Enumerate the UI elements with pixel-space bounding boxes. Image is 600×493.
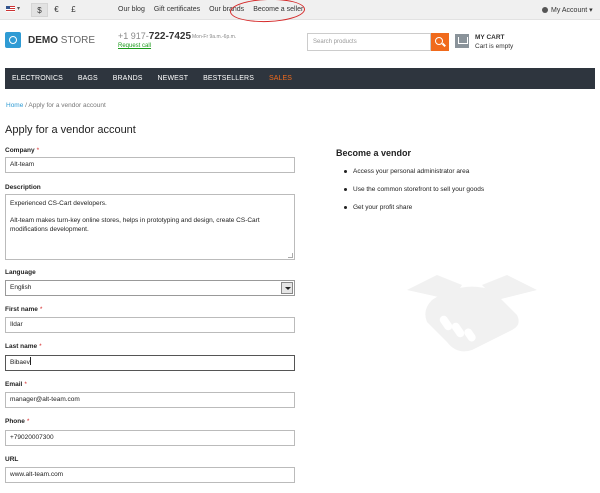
first-name-label: First name *	[5, 306, 42, 313]
description-field[interactable]: Experienced CS-Cart developers. Alt-team…	[5, 194, 295, 260]
description-line-2: Alt-team makes turn-key online stores, h…	[10, 217, 260, 233]
phone-field[interactable]: +79020007300	[5, 430, 295, 446]
text-caret	[29, 357, 31, 365]
request-call-link[interactable]: Request call	[118, 43, 151, 49]
required-mark: *	[26, 418, 30, 425]
list-item: Access your personal administrator area	[344, 168, 484, 186]
currency-usd[interactable]: $	[31, 3, 48, 17]
logo-demo: DEMO	[28, 35, 58, 46]
currency-eur[interactable]: €	[48, 3, 65, 17]
link-gift-certificates[interactable]: Gift certificates	[154, 6, 200, 13]
user-icon	[542, 7, 548, 13]
company-label-text: Company	[5, 147, 35, 154]
us-flag-icon[interactable]	[6, 6, 15, 12]
my-account-menu[interactable]: My Account ▾	[542, 6, 593, 14]
main-nav: ELECTRONICS BAGS BRANDS NEWEST BESTSELLE…	[5, 68, 595, 89]
description-label: Description	[5, 184, 41, 191]
page-title: Apply for a vendor account	[5, 124, 136, 136]
phone-number: +1 917-722-7425	[118, 31, 191, 42]
logo-text[interactable]: DEMO STORE	[28, 35, 95, 46]
url-field[interactable]: www.alt-team.com	[5, 467, 295, 483]
email-field[interactable]: manager@alt-team.com	[5, 392, 295, 408]
last-name-label-text: Last name	[5, 343, 38, 350]
nav-brands[interactable]: BRANDS	[113, 68, 143, 89]
list-item: Get your profit share	[344, 204, 484, 222]
resize-handle[interactable]	[288, 253, 293, 258]
language-select[interactable]: English	[5, 280, 295, 296]
vendor-benefits-list: Access your personal administrator area …	[344, 168, 484, 222]
breadcrumb-separator: /	[25, 102, 27, 109]
link-our-blog[interactable]: Our blog	[118, 6, 145, 13]
search-button[interactable]	[431, 33, 449, 51]
breadcrumb-current: Apply for a vendor account	[28, 102, 106, 109]
phone-prefix: +1 917-	[118, 31, 149, 41]
language-label: Language	[5, 269, 36, 276]
email-label: Email *	[5, 381, 27, 388]
description-line-1: Experienced CS-Cart developers.	[10, 200, 107, 207]
logo-icon[interactable]	[5, 32, 21, 48]
handshake-icon	[407, 275, 537, 352]
cart-icon[interactable]	[455, 34, 469, 48]
breadcrumb: Home / Apply for a vendor account	[6, 102, 106, 109]
my-account-label: My Account	[551, 7, 588, 14]
list-item: Use the common storefront to sell your g…	[344, 186, 484, 204]
chevron-down-icon[interactable]	[281, 282, 293, 294]
last-name-field[interactable]: Bibaev	[5, 355, 295, 371]
phone-label: Phone *	[5, 418, 29, 425]
phone-label-text: Phone	[5, 418, 25, 425]
top-bar: ▾ $ € £ Our blog Gift certificates Our b…	[0, 0, 600, 24]
required-mark: *	[24, 381, 27, 388]
logo-store: STORE	[60, 35, 96, 46]
highlight-ellipse	[229, 0, 306, 24]
first-name-label-text: First name	[5, 306, 38, 313]
first-name-field[interactable]: Ildar	[5, 317, 295, 333]
nav-bags[interactable]: BAGS	[78, 68, 98, 89]
required-mark: *	[39, 343, 42, 350]
nav-newest[interactable]: NEWEST	[158, 68, 189, 89]
required-mark: *	[39, 306, 43, 313]
phone-main: 722-7425	[148, 31, 192, 42]
caret-down-icon[interactable]: ▾	[17, 5, 20, 12]
search-input[interactable]: Search products	[307, 33, 431, 51]
language-value: English	[10, 284, 32, 291]
url-label: URL	[5, 456, 19, 463]
company-label: Company *	[5, 147, 39, 154]
last-name-label: Last name *	[5, 343, 42, 350]
nav-electronics[interactable]: ELECTRONICS	[12, 68, 63, 89]
currency-gbp[interactable]: £	[65, 3, 82, 17]
last-name-value: Bibaev	[10, 359, 30, 366]
email-label-text: Email	[5, 381, 23, 388]
required-mark: *	[36, 147, 40, 154]
phone-hours: Mon-Fr 9a.m.-6p.m.	[192, 34, 237, 40]
breadcrumb-home[interactable]: Home	[6, 102, 23, 109]
cart-title[interactable]: MY CART	[475, 34, 505, 41]
vendor-panel-title: Become a vendor	[336, 148, 412, 158]
company-field[interactable]: Alt-team	[5, 157, 295, 173]
cart-status: Cart is empty	[475, 43, 514, 50]
nav-sales[interactable]: SALES	[269, 68, 292, 89]
nav-bestsellers[interactable]: BESTSELLERS	[203, 68, 254, 89]
